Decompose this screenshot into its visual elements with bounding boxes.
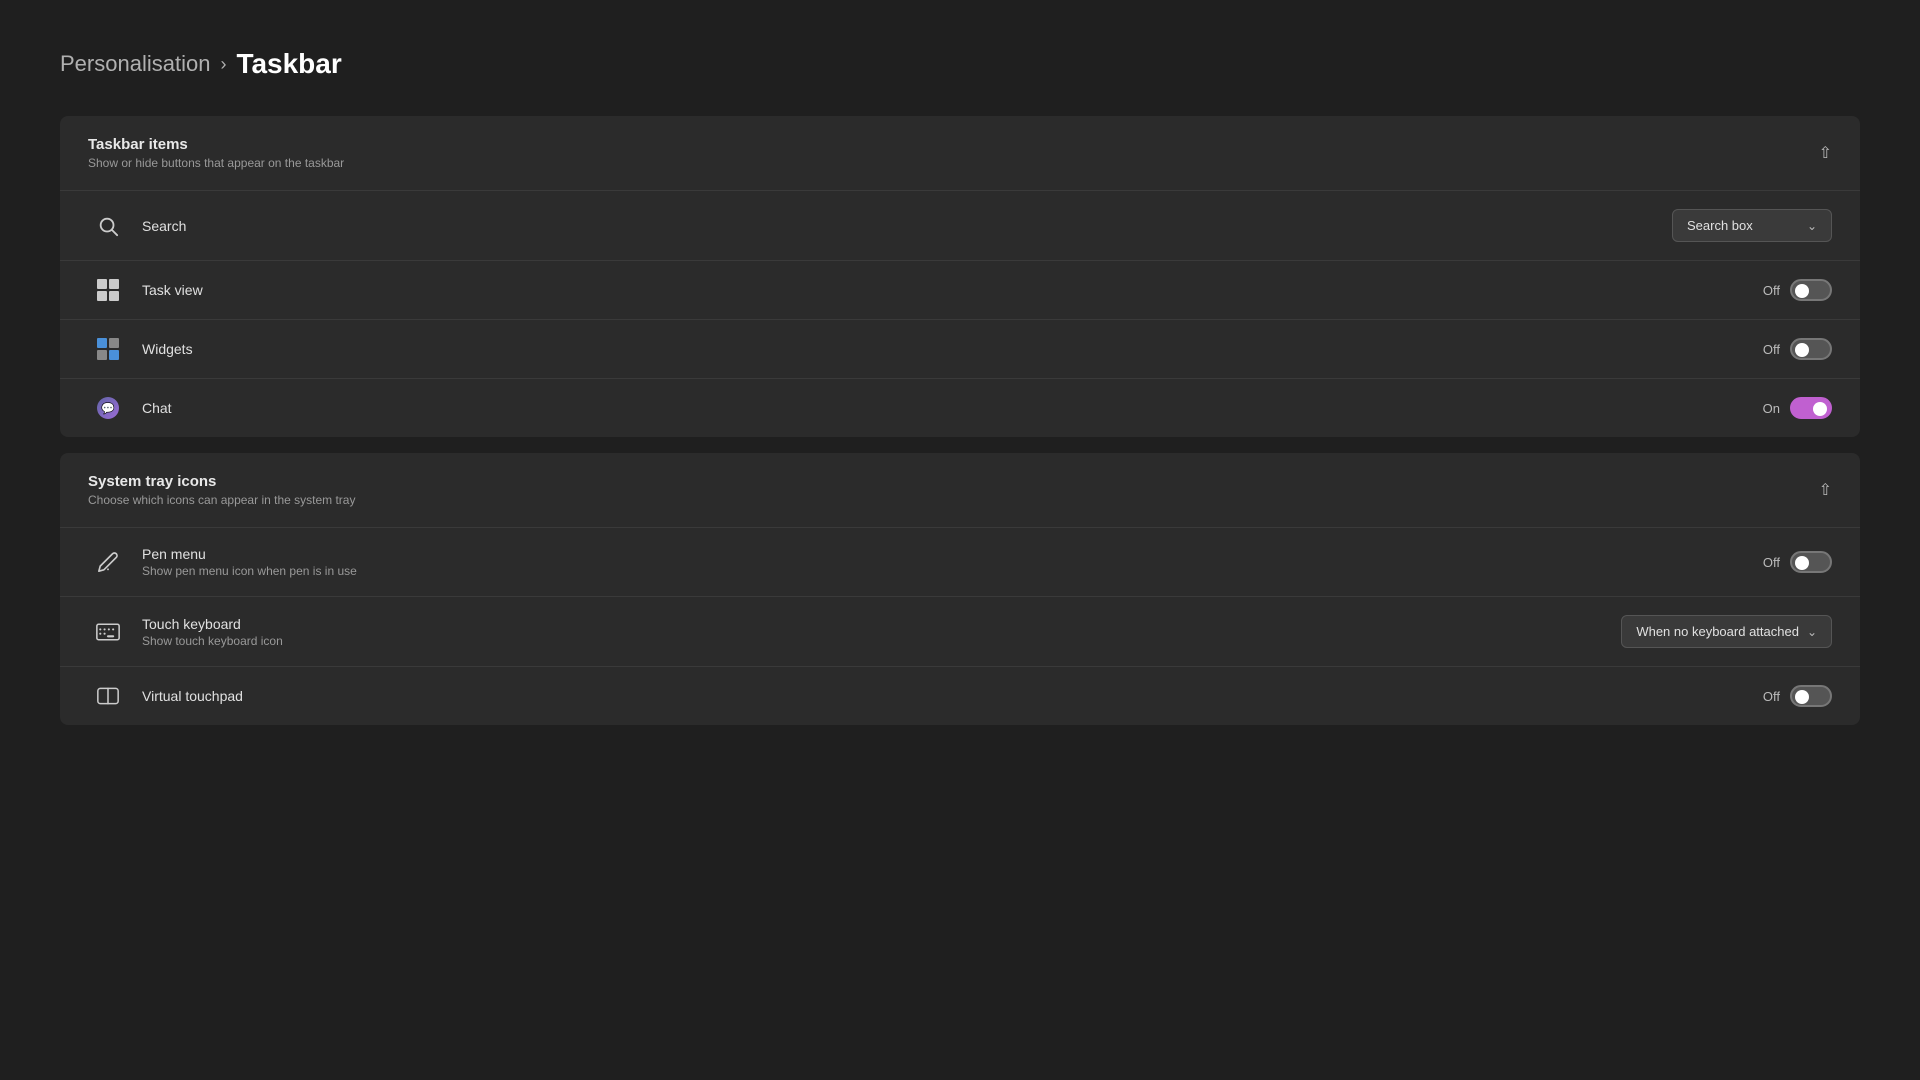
task-view-toggle[interactable]: [1790, 279, 1832, 301]
system-tray-header[interactable]: System tray icons Choose which icons can…: [60, 453, 1860, 527]
breadcrumb-separator: ›: [220, 54, 226, 75]
pen-menu-toggle-thumb: [1795, 556, 1809, 570]
pen-menu-toggle[interactable]: [1790, 551, 1832, 573]
taskbar-items-header[interactable]: Taskbar items Show or hide buttons that …: [60, 116, 1860, 190]
widgets-label: Widgets: [142, 341, 1763, 357]
search-control: Search box ⌄: [1672, 209, 1832, 242]
chat-toggle-thumb: [1813, 402, 1827, 416]
system-tray-chevron-icon: ⇧: [1819, 480, 1832, 500]
virtual-touchpad-toggle[interactable]: [1790, 685, 1832, 707]
pen-menu-icon: [97, 551, 119, 573]
system-tray-header-left: System tray icons Choose which icons can…: [88, 473, 355, 507]
task-view-label-group: Task view: [142, 282, 1763, 298]
chat-label-group: Chat: [142, 400, 1763, 416]
touch-keyboard-dropdown-chevron-icon: ⌄: [1807, 625, 1817, 639]
taskbar-items-header-left: Taskbar items Show or hide buttons that …: [88, 136, 344, 170]
virtual-touchpad-toggle-track: [1790, 685, 1832, 707]
taskbar-items-title: Taskbar items: [88, 136, 344, 153]
virtual-touchpad-control: Off: [1763, 685, 1832, 707]
chat-icon: [97, 397, 119, 419]
search-dropdown-chevron-icon: ⌄: [1807, 219, 1817, 233]
taskbar-items-subtitle: Show or hide buttons that appear on the …: [88, 156, 344, 170]
widgets-icon-wrapper: [88, 338, 128, 360]
touch-keyboard-label: Touch keyboard: [142, 616, 1621, 632]
task-view-label: Task view: [142, 282, 1763, 298]
touch-keyboard-control: When no keyboard attached ⌄: [1621, 615, 1832, 648]
taskbar-items-list: Search Search box ⌄: [60, 190, 1860, 437]
touch-keyboard-icon: [96, 623, 120, 641]
virtual-touchpad-icon: [97, 687, 119, 705]
virtual-touchpad-icon-wrapper: [88, 687, 128, 705]
task-view-icon: [97, 279, 119, 301]
virtual-touchpad-label-group: Virtual touchpad: [142, 688, 1763, 704]
search-dropdown[interactable]: Search box ⌄: [1672, 209, 1832, 242]
widgets-toggle-thumb: [1795, 343, 1809, 357]
touch-keyboard-item-row: Touch keyboard Show touch keyboard icon …: [60, 597, 1860, 667]
system-tray-subtitle: Choose which icons can appear in the sys…: [88, 493, 355, 507]
pen-menu-sublabel: Show pen menu icon when pen is in use: [142, 564, 1763, 578]
system-tray-items-list: Pen menu Show pen menu icon when pen is …: [60, 527, 1860, 725]
page-container: Personalisation › Taskbar Taskbar items …: [0, 0, 1920, 789]
virtual-touchpad-item-row: Virtual touchpad Off: [60, 667, 1860, 725]
system-tray-title: System tray icons: [88, 473, 355, 490]
task-view-toggle-label: Off: [1763, 283, 1780, 298]
pen-menu-toggle-track: [1790, 551, 1832, 573]
search-label-group: Search: [142, 218, 1672, 234]
search-label: Search: [142, 218, 1672, 234]
breadcrumb-current: Taskbar: [236, 48, 341, 80]
task-view-icon-wrapper: [88, 279, 128, 301]
pen-menu-label: Pen menu: [142, 546, 1763, 562]
widgets-label-group: Widgets: [142, 341, 1763, 357]
chat-toggle-track: [1790, 397, 1832, 419]
chat-label: Chat: [142, 400, 1763, 416]
widgets-icon: [97, 338, 119, 360]
touch-keyboard-icon-wrapper: [88, 623, 128, 641]
widgets-item-row: Widgets Off: [60, 320, 1860, 379]
search-dropdown-label: Search box: [1687, 218, 1753, 233]
widgets-toggle-label: Off: [1763, 342, 1780, 357]
widgets-toggle[interactable]: [1790, 338, 1832, 360]
virtual-touchpad-label: Virtual touchpad: [142, 688, 1763, 704]
chat-icon-wrapper: [88, 397, 128, 419]
search-icon: [97, 215, 119, 237]
chat-toggle[interactable]: [1790, 397, 1832, 419]
task-view-item-row: Task view Off: [60, 261, 1860, 320]
taskbar-items-section: Taskbar items Show or hide buttons that …: [60, 116, 1860, 437]
system-tray-section: System tray icons Choose which icons can…: [60, 453, 1860, 725]
pen-menu-toggle-label: Off: [1763, 555, 1780, 570]
pen-menu-label-group: Pen menu Show pen menu icon when pen is …: [142, 546, 1763, 578]
touch-keyboard-sublabel: Show touch keyboard icon: [142, 634, 1621, 648]
pen-menu-icon-wrapper: [88, 551, 128, 573]
virtual-touchpad-toggle-label: Off: [1763, 689, 1780, 704]
search-item-row: Search Search box ⌄: [60, 191, 1860, 261]
chat-control: On: [1763, 397, 1832, 419]
pen-menu-control: Off: [1763, 551, 1832, 573]
touch-keyboard-label-group: Touch keyboard Show touch keyboard icon: [142, 616, 1621, 648]
chat-toggle-label: On: [1763, 401, 1780, 416]
touch-keyboard-dropdown[interactable]: When no keyboard attached ⌄: [1621, 615, 1832, 648]
widgets-toggle-track: [1790, 338, 1832, 360]
task-view-toggle-track: [1790, 279, 1832, 301]
widgets-control: Off: [1763, 338, 1832, 360]
virtual-touchpad-toggle-thumb: [1795, 690, 1809, 704]
taskbar-items-chevron-icon: ⇧: [1819, 143, 1832, 163]
breadcrumb-parent[interactable]: Personalisation: [60, 51, 210, 77]
pen-menu-item-row: Pen menu Show pen menu icon when pen is …: [60, 528, 1860, 597]
touch-keyboard-dropdown-label: When no keyboard attached: [1636, 624, 1799, 639]
chat-item-row: Chat On: [60, 379, 1860, 437]
breadcrumb: Personalisation › Taskbar: [60, 48, 1860, 80]
task-view-control: Off: [1763, 279, 1832, 301]
search-icon-wrapper: [88, 215, 128, 237]
task-view-toggle-thumb: [1795, 284, 1809, 298]
